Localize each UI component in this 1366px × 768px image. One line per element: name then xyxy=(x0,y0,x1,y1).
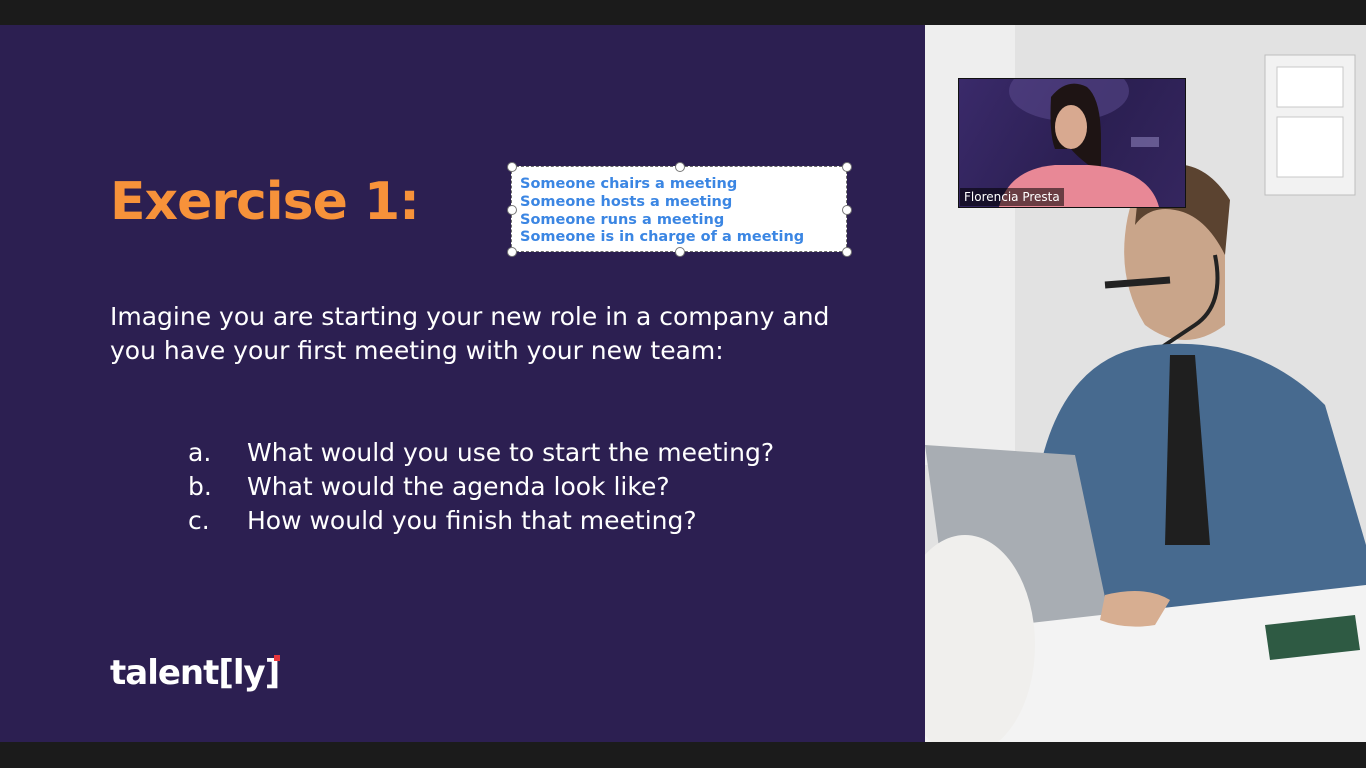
resize-handle-bottom[interactable] xyxy=(675,247,685,257)
resize-handle-top-left[interactable] xyxy=(507,162,517,172)
participant-video-tile[interactable]: Florencia Presta xyxy=(958,78,1186,208)
resize-handle-top-right[interactable] xyxy=(842,162,852,172)
question-letter: a. xyxy=(188,438,212,467)
question-list: a. What would you use to start the meeti… xyxy=(188,436,774,538)
slide-title: Exercise 1: xyxy=(110,172,420,232)
textbox-line: Someone runs a meeting xyxy=(520,211,725,228)
resize-handle-right[interactable] xyxy=(842,205,852,215)
resize-handle-bottom-right[interactable] xyxy=(842,247,852,257)
resize-handle-bottom-left[interactable] xyxy=(507,247,517,257)
textbox-line: Someone is in charge of a meeting xyxy=(520,229,805,246)
presentation-slide xyxy=(0,25,925,742)
talently-logo: talent[ly] xyxy=(110,653,281,693)
question-letter: c. xyxy=(188,506,210,535)
question-letter: b. xyxy=(188,472,212,501)
question-text: What would the agenda look like? xyxy=(247,472,670,501)
question-text: What would you use to start the meeting? xyxy=(247,438,775,467)
textbox-line: Someone chairs a meeting xyxy=(520,176,738,192)
question-item: b. What would the agenda look like? xyxy=(188,470,774,504)
slide-body-text: Imagine you are starting your new role i… xyxy=(110,302,830,365)
resize-handle-top[interactable] xyxy=(675,162,685,172)
participant-name: Florencia Presta xyxy=(960,188,1064,206)
question-item: a. What would you use to start the meeti… xyxy=(188,436,774,470)
bottom-bar xyxy=(0,742,1366,768)
top-bar xyxy=(0,0,1366,25)
question-text: How would you finish that meeting? xyxy=(247,506,697,535)
textbox-line: Someone hosts a meeting xyxy=(520,193,733,210)
question-item: c. How would you finish that meeting? xyxy=(188,504,774,538)
resize-handle-left[interactable] xyxy=(507,205,517,215)
logo-text: talent[ly] xyxy=(110,653,281,693)
selected-text-box[interactable]: Someone chairs a meeting Someone hosts a… xyxy=(511,166,847,252)
